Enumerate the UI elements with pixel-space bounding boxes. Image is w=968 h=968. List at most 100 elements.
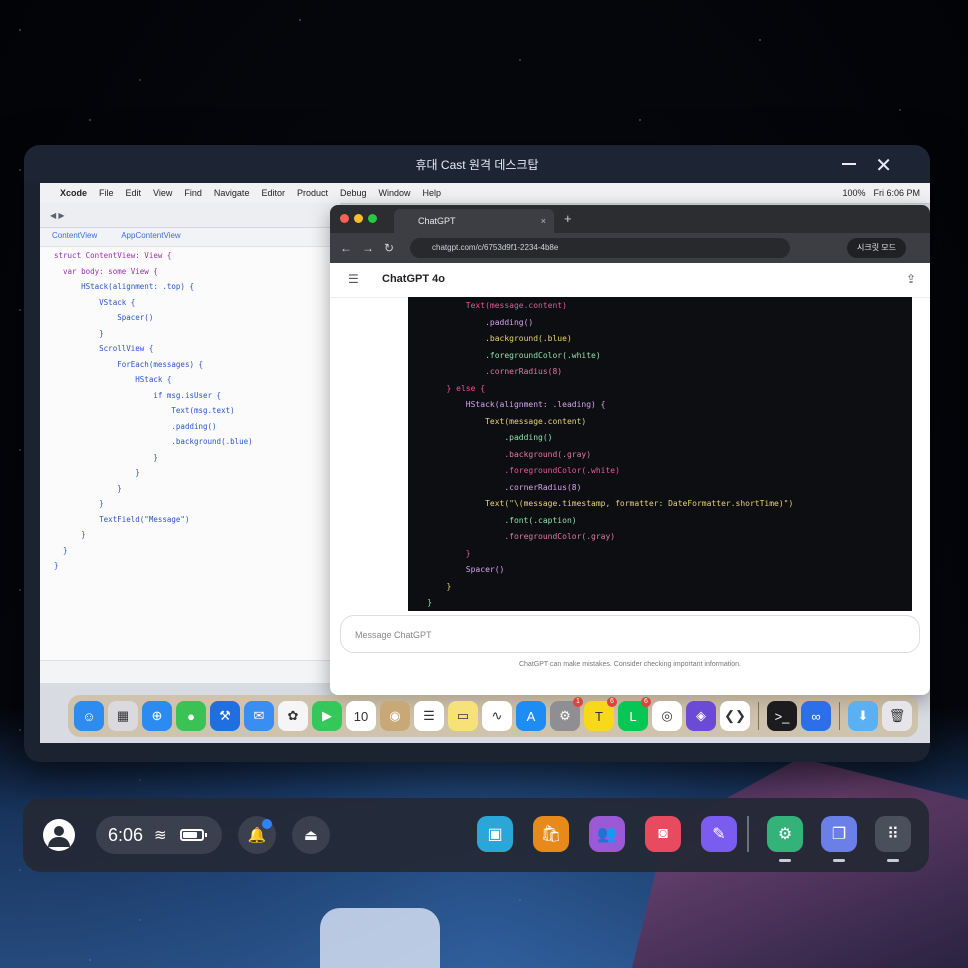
- notes-icon[interactable]: ▭: [448, 701, 478, 731]
- menubar-status-item[interactable]: Fri 6:06 PM: [873, 188, 920, 198]
- code-line: .foregroundColor(.white): [408, 466, 620, 475]
- quick-settings[interactable]: 6:06 ≋: [96, 816, 222, 854]
- code-line: Text(msg.text): [54, 406, 235, 415]
- close-dot-icon[interactable]: [340, 214, 349, 223]
- photos-icon[interactable]: ✿: [278, 701, 308, 731]
- store-icon[interactable]: 🛍: [533, 816, 569, 852]
- settings-icon[interactable]: ⚙: [767, 816, 803, 862]
- running-indicator: [833, 859, 845, 862]
- menubar-status[interactable]: 100% Fri 6:06 PM: [842, 188, 930, 198]
- tab-close-icon[interactable]: ×: [541, 209, 546, 233]
- user-avatar[interactable]: [43, 819, 75, 851]
- xcode-window[interactable]: ◀ ▶ ContentView AppContentView struct Con…: [40, 203, 340, 683]
- profile-button[interactable]: 시크릿 모드: [846, 238, 906, 258]
- menubar-item[interactable]: Find: [184, 188, 202, 198]
- remote-screen[interactable]: Xcode File Edit View Find Navigate Editor Produ…: [40, 183, 930, 743]
- notification-badge: [262, 819, 272, 829]
- menubar-item[interactable]: File: [99, 188, 114, 198]
- remote-desktop-window[interactable]: 휴대 Cast 원격 데스크탑 ✕ Xcode File Edit View Find N…: [24, 145, 930, 762]
- freeform-icon[interactable]: ∿: [482, 701, 512, 731]
- reload-icon[interactable]: ↻: [384, 241, 394, 255]
- back-icon[interactable]: ←: [340, 241, 352, 255]
- pen-icon[interactable]: ✎: [701, 816, 737, 852]
- menubar-item[interactable]: Product: [297, 188, 328, 198]
- app-drawer-icon[interactable]: ⠿: [875, 816, 911, 862]
- browser-tabbar[interactable]: ChatGPT × +: [330, 205, 930, 233]
- sidebar-toggle-icon[interactable]: ☰: [348, 272, 359, 286]
- screen-button[interactable]: ⏏: [292, 816, 330, 854]
- code-line: }: [54, 483, 122, 493]
- menubar-item[interactable]: Window: [379, 188, 411, 198]
- new-tab-button[interactable]: +: [564, 211, 572, 226]
- minimize-button[interactable]: [842, 163, 856, 165]
- browser-tab[interactable]: ChatGPT ×: [394, 209, 554, 233]
- minimize-dot-icon[interactable]: [354, 214, 363, 223]
- running-indicator: [887, 859, 899, 862]
- code-line: Text(message.content): [408, 416, 587, 426]
- xcode-icon[interactable]: ⚒: [210, 701, 240, 731]
- taskbar[interactable]: 6:06 ≋ 🔔 ⏏ ▣ 🛍 👥 ◙ ✎ ⚙ ❐ ⠿: [23, 798, 929, 872]
- menubar-item[interactable]: Edit: [126, 188, 142, 198]
- browser-toolbar[interactable]: ← → ↻ chatgpt.com/c/6753d9f1-2234-4b8e 시…: [330, 233, 930, 263]
- line-icon[interactable]: L6: [618, 697, 651, 731]
- facetime-icon[interactable]: ▶: [312, 701, 342, 731]
- menubar-item[interactable]: Debug: [340, 188, 367, 198]
- code-line: .background(.blue): [54, 437, 253, 446]
- calendar-icon[interactable]: 10: [346, 701, 376, 731]
- code-line: } else {: [408, 383, 486, 393]
- mail-icon[interactable]: ✉: [244, 701, 274, 731]
- vscode-icon[interactable]: ❮❯: [720, 701, 750, 731]
- menubar-item[interactable]: Xcode: [60, 188, 87, 198]
- code-line: }: [54, 530, 86, 539]
- app-gallery-icon[interactable]: ▣: [477, 816, 513, 852]
- app-store-icon[interactable]: A: [516, 701, 546, 731]
- close-button[interactable]: ✕: [875, 153, 892, 178]
- chrome-window[interactable]: ChatGPT × + ← → ↻ chatgpt.com/c/6753d9f1…: [330, 205, 930, 695]
- traffic-lights[interactable]: [340, 214, 377, 223]
- reminders-icon[interactable]: ☰: [414, 701, 444, 731]
- system-settings-icon[interactable]: ⚙ 1: [550, 697, 583, 731]
- model-selector[interactable]: ChatGPT 4o: [382, 273, 445, 285]
- safari-icon[interactable]: ⊕: [142, 701, 172, 731]
- window-titlebar[interactable]: 휴대 Cast 원격 데스크탑 ✕: [24, 145, 930, 183]
- contacts-icon[interactable]: ◉: [380, 701, 410, 731]
- forward-icon[interactable]: →: [362, 241, 374, 255]
- xcode-editor[interactable]: struct ContentView: View { var body: som…: [40, 247, 340, 577]
- chat-header: ☰ ChatGPT 4o ⇪: [330, 263, 930, 298]
- launchpad-icon[interactable]: ▦: [108, 701, 138, 731]
- kakaotalk-icon[interactable]: T6: [584, 697, 617, 731]
- share-icon[interactable]: ⇪: [906, 272, 916, 286]
- terminal-icon[interactable]: >_: [767, 701, 797, 731]
- messages-icon[interactable]: ●: [176, 701, 206, 731]
- trash-icon[interactable]: 🗑: [882, 701, 912, 731]
- menubar-status-item[interactable]: 100%: [842, 188, 865, 198]
- community-icon[interactable]: 👥: [589, 816, 625, 852]
- menubar-item[interactable]: Navigate: [214, 188, 250, 198]
- finder-icon[interactable]: ☺: [74, 701, 104, 731]
- menubar-item[interactable]: View: [153, 188, 172, 198]
- clock: 6:06: [108, 825, 144, 845]
- multitask-icon[interactable]: ❐: [821, 816, 857, 862]
- address-bar[interactable]: chatgpt.com/c/6753d9f1-2234-4b8e: [410, 238, 790, 258]
- xcode-tab[interactable]: ContentView: [40, 228, 109, 246]
- mac-menubar[interactable]: Xcode File Edit View Find Navigate Editor Produ…: [40, 183, 930, 204]
- camera-icon[interactable]: ◙: [645, 816, 681, 852]
- menubar-item[interactable]: Editor: [261, 188, 285, 198]
- dock-separator: [839, 702, 840, 730]
- mac-dock[interactable]: ☺ ▦ ⊕ ● ⚒ ✉ ✿ ▶ 10 ◉ ☰ ▭ ∿ A ⚙ 1 T 6 L 6 ◎ ◈ ❮❯ >_ ∞ ⬇ 🗑: [68, 695, 918, 737]
- wifi-icon: ≋: [154, 827, 167, 844]
- menubar-item[interactable]: Help: [423, 188, 442, 198]
- xcode-tab[interactable]: AppContentView: [109, 228, 192, 246]
- xcode-toolbar[interactable]: ◀ ▶: [40, 203, 340, 228]
- notifications-button[interactable]: 🔔: [238, 816, 276, 854]
- message-input[interactable]: Message ChatGPT: [340, 615, 920, 653]
- scheme-icon[interactable]: ◀ ▶: [50, 211, 65, 220]
- zoom-dot-icon[interactable]: [368, 214, 377, 223]
- xcode-tabs[interactable]: ContentView AppContentView: [40, 228, 340, 247]
- downloads-folder-icon[interactable]: ⬇: [848, 701, 878, 731]
- code-line: Text(message.content): [408, 301, 567, 310]
- chrome-icon[interactable]: ◎: [652, 701, 682, 731]
- github-icon[interactable]: ◈: [686, 701, 716, 731]
- meta-icon[interactable]: ∞: [801, 701, 831, 731]
- dock-separator: [758, 702, 759, 730]
